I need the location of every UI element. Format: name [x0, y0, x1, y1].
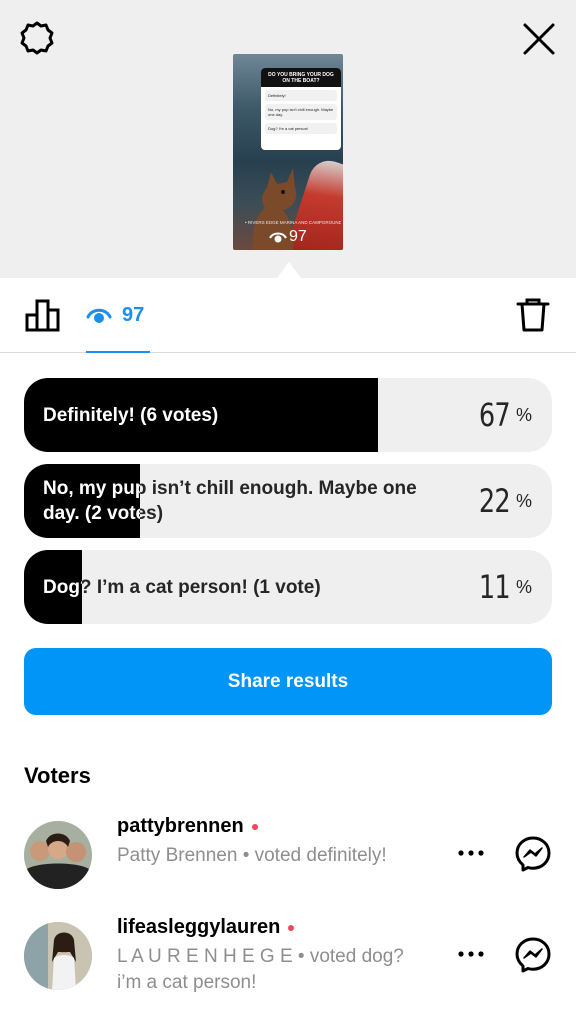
messenger-icon [515, 937, 551, 973]
more-icon [458, 951, 484, 957]
result-percent-sign: % [515, 404, 532, 425]
voter-username-text: pattybrennen [117, 815, 244, 837]
voter-subtitle: Patty Brennen • voted definitely! [117, 845, 387, 866]
poll-result-definitely: Definitely! (6 votes) Definitely! (6 vot… [24, 378, 552, 452]
result-label-overlay-clip: No, my pup isn’t chill enough. Maybe one… [24, 464, 140, 538]
unread-dot [288, 924, 295, 931]
viewers-count: 97 [122, 303, 145, 326]
result-percent-sign: % [515, 576, 532, 597]
eye-icon [86, 308, 112, 323]
unread-dot [251, 823, 258, 830]
result-label: Dog? I’m a cat person! (1 vote) [43, 576, 321, 598]
voter-username-text: lifeasleggylauren [117, 916, 281, 938]
voter-row: pattybrennen Patty Brennen • voted defin… [0, 815, 576, 911]
close-icon [523, 23, 555, 55]
poll-option: Dog? I'm a cat person! [265, 123, 337, 134]
location-tag: • RIVERS EDGE MARINA AND CAMPGROUND [245, 220, 341, 225]
poll-result-not-chill: No, my pup isn’t chill enough. Maybe one… [24, 464, 552, 538]
story-views-count: 97 [289, 228, 307, 245]
bar-chart-icon [25, 299, 60, 332]
messenger-icon [515, 836, 551, 872]
result-label-overlay-clip: Definitely! (6 votes) [24, 378, 378, 452]
poll-sticker: DO YOU BRING YOUR DOG ON THE BOAT? Defin… [261, 68, 341, 150]
voter-subtitle: L A U R E N H E G E • voted dog? i’m a c… [117, 946, 404, 993]
result-label-overlay: No, my pup isn’t chill enough. Maybe one… [43, 478, 140, 524]
avatar[interactable] [24, 922, 92, 990]
thumbnail-pointer [277, 262, 301, 278]
avatar-photo [24, 922, 92, 990]
delete-button[interactable] [515, 296, 551, 334]
close-button[interactable] [518, 18, 560, 60]
tab-viewers[interactable]: 97 [86, 300, 144, 330]
result-percent: 67% [475, 378, 532, 452]
story-views: 97 [269, 228, 307, 246]
voters-heading: Voters [24, 763, 91, 788]
result-percent: 11% [475, 550, 532, 624]
poll-question: DO YOU BRING YOUR DOG ON THE BOAT? [261, 68, 341, 87]
voter-username[interactable]: pattybrennen [117, 815, 258, 838]
share-results-button[interactable]: Share results [24, 648, 552, 715]
poll-result-cat-person: Dog? I’m a cat person! (1 vote) Dog? I’m… [24, 550, 552, 624]
result-percent: 22% [475, 464, 532, 538]
avatar-photo [24, 821, 92, 889]
tab-insights[interactable] [24, 296, 62, 334]
message-button[interactable] [514, 936, 552, 974]
result-percent-value: 67 [479, 396, 511, 434]
active-tab-indicator [86, 351, 150, 353]
more-options-button[interactable] [456, 944, 486, 964]
eye-icon [269, 232, 287, 243]
story-preview-area: DO YOU BRING YOUR DOG ON THE BOAT? Defin… [0, 0, 576, 278]
poll-option: No, my pup isn't chill enough. Maybe one… [265, 104, 337, 120]
result-label-overlay: Definitely! (6 votes) [43, 404, 219, 426]
gear-icon [20, 21, 54, 55]
story-thumbnail[interactable]: DO YOU BRING YOUR DOG ON THE BOAT? Defin… [233, 54, 343, 250]
more-options-button[interactable] [456, 843, 486, 863]
trash-icon [516, 298, 550, 332]
settings-button[interactable] [17, 18, 57, 58]
result-label-overlay-clip: Dog? I’m a cat person! (1 vote) [24, 550, 82, 624]
avatar[interactable] [24, 821, 92, 889]
more-icon [458, 850, 484, 856]
voter-row: lifeasleggylauren L A U R E N H E G E • … [0, 916, 576, 1012]
result-percent-value: 22 [479, 482, 511, 520]
result-percent-value: 11 [479, 568, 511, 606]
result-percent-sign: % [515, 490, 532, 511]
result-label-overlay: Dog? I’m a cat person! (1 vote) [43, 576, 82, 598]
poll-option: Definitely! [265, 90, 337, 101]
message-button[interactable] [514, 835, 552, 873]
tab-bar: 97 [0, 278, 576, 353]
voter-username[interactable]: lifeasleggylauren [117, 916, 295, 939]
